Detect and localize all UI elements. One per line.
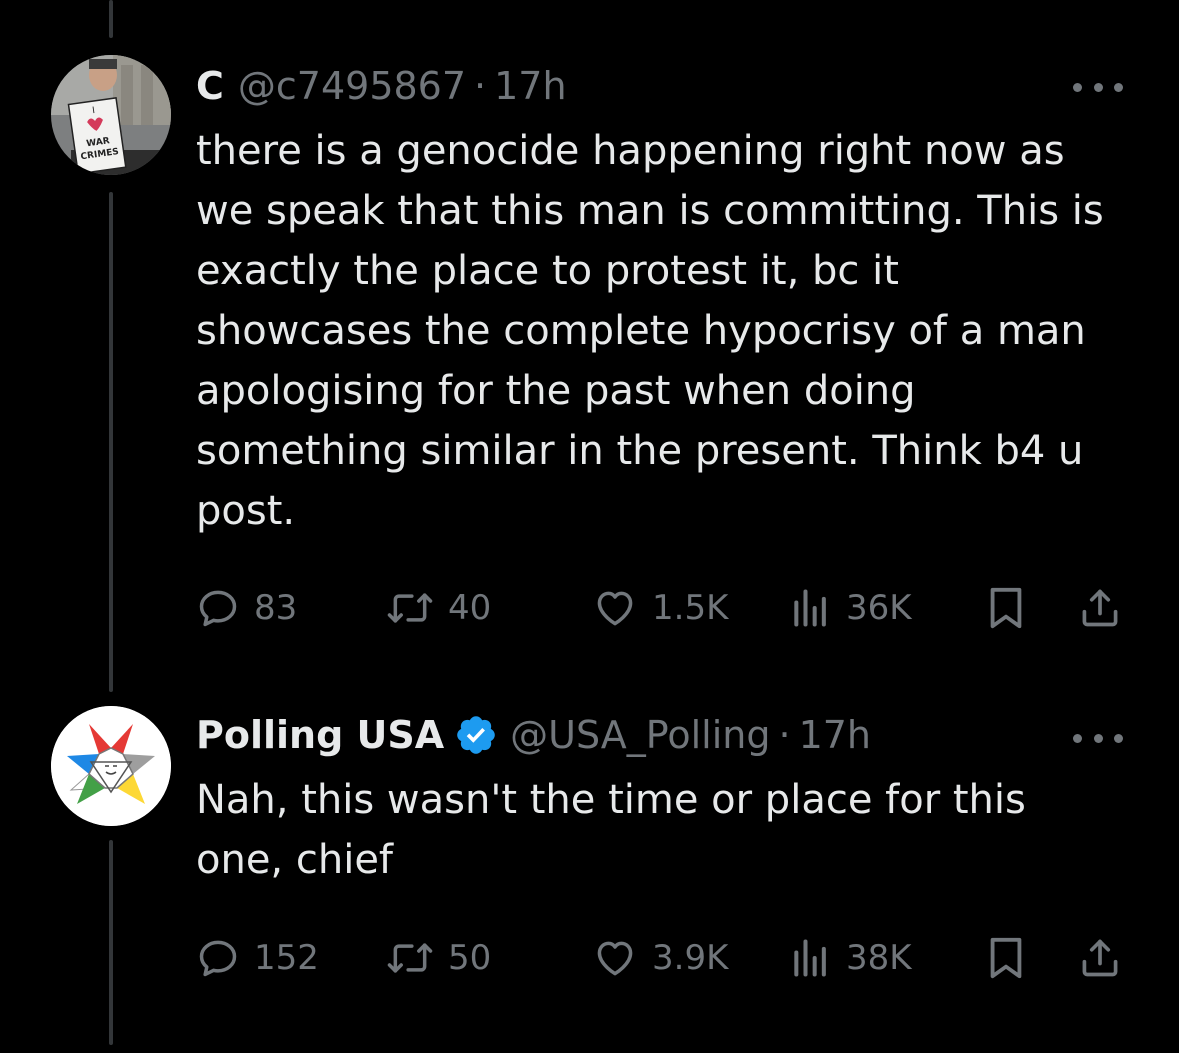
repost-icon: [387, 593, 433, 623]
views-icon: [794, 589, 826, 627]
views-button[interactable]: 36K: [790, 578, 912, 638]
share-icon: [1082, 589, 1118, 627]
avatar-polling-usa[interactable]: [51, 706, 171, 826]
bookmark-icon: [990, 587, 1022, 629]
display-name[interactable]: Polling USA: [196, 707, 444, 763]
views-button[interactable]: 38K: [790, 928, 912, 988]
reply-icon: [199, 940, 237, 977]
like-button[interactable]: 3.9K: [592, 928, 728, 988]
share-button[interactable]: [1078, 578, 1122, 638]
avatar-c[interactable]: I WAR CRIMES: [51, 55, 171, 175]
tweet-header: C @c7495867 · 17h: [196, 58, 1029, 114]
bookmark-button[interactable]: [986, 928, 1026, 988]
more-icon[interactable]: [1073, 728, 1123, 748]
tweet-1[interactable]: I WAR CRIMES C @c7495867 · 17h there is …: [0, 0, 1179, 680]
tweet-text: there is a genocide happening right now …: [196, 128, 1104, 534]
repost-button[interactable]: 50: [386, 928, 491, 988]
user-handle[interactable]: @USA_Polling: [510, 707, 770, 763]
tweet-header: Polling USA @USA_Polling · 17h: [196, 707, 1029, 763]
views-count: 38K: [846, 938, 912, 978]
verified-badge-icon: [457, 716, 495, 754]
reply-button[interactable]: 152: [196, 928, 319, 988]
timestamp[interactable]: 17h: [799, 707, 871, 763]
views-count: 36K: [846, 588, 912, 628]
reply-count: 83: [254, 588, 298, 628]
more-icon[interactable]: [1073, 77, 1123, 97]
like-icon: [597, 941, 633, 976]
reply-count: 152: [254, 938, 319, 978]
tweet-text: Nah, this wasn't the time or place for t…: [196, 777, 1026, 883]
timestamp[interactable]: 17h: [494, 58, 566, 114]
like-count: 1.5K: [652, 588, 729, 628]
repost-button[interactable]: 40: [386, 578, 491, 638]
reply-button[interactable]: 83: [196, 578, 297, 638]
reply-icon: [199, 590, 237, 627]
tweet-actions: 83 40 1.5K 36K: [196, 578, 1136, 638]
like-button[interactable]: 1.5K: [592, 578, 728, 638]
display-name[interactable]: C: [196, 58, 224, 114]
avatar-logo: [51, 706, 171, 826]
separator-dot: ·: [474, 64, 487, 108]
avatar-image: I WAR CRIMES: [51, 55, 171, 175]
repost-icon: [387, 943, 433, 973]
like-count: 3.9K: [652, 938, 729, 978]
share-icon: [1082, 939, 1118, 977]
tweet-actions: 152 50 3.9K 38K: [196, 928, 1136, 988]
bookmark-button[interactable]: [986, 578, 1026, 638]
bookmark-icon: [990, 937, 1022, 979]
repost-count: 40: [448, 588, 492, 628]
share-button[interactable]: [1078, 928, 1122, 988]
like-icon: [597, 591, 633, 626]
repost-count: 50: [448, 938, 492, 978]
views-icon: [794, 939, 826, 977]
user-handle[interactable]: @c7495867: [238, 58, 466, 114]
separator-dot: ·: [778, 713, 791, 757]
tweet-2[interactable]: Polling USA @USA_Polling · 17h Nah, this…: [0, 690, 1179, 1053]
